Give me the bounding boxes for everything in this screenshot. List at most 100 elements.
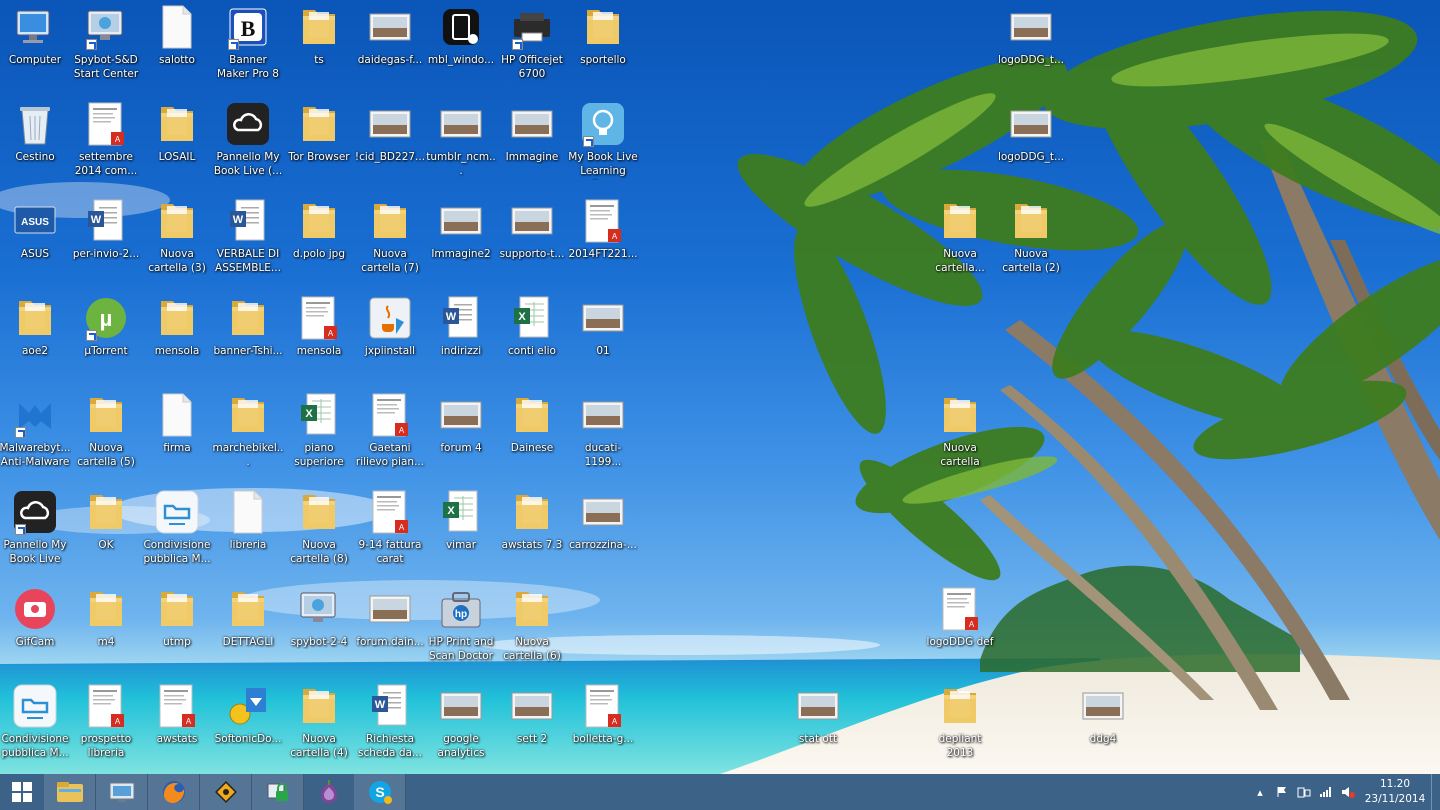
desktop-icon[interactable]: A 9-14 fattura carat — [356, 485, 424, 575]
desktop-icon[interactable]: mbl_windo... — [427, 0, 495, 90]
desktop-icon[interactable]: daidegas-f... — [356, 0, 424, 90]
desktop-icon[interactable]: depliant 2013 — [926, 679, 994, 769]
desktop-icon[interactable]: m4 — [72, 582, 140, 672]
desktop-icon[interactable]: Immagine2 — [427, 194, 495, 284]
taskbar-control-panel[interactable] — [96, 774, 148, 810]
desktop-icon[interactable]: Nuova cartella (6) — [498, 582, 566, 672]
volume-muted-icon[interactable] — [1337, 774, 1359, 810]
desktop-icon[interactable]: Nuova cartella (3) — [143, 194, 211, 284]
desktop-icon[interactable]: hp HP Print and Scan Doctor — [427, 582, 495, 672]
desktop-icon[interactable]: Malwarebyt... Anti-Malware — [0, 388, 71, 478]
desktop-icon[interactable]: Cestino — [1, 97, 69, 187]
desktop-icon[interactable]: logoDDG_t... — [997, 0, 1065, 90]
desktop-icon[interactable]: Nuova cartella... — [926, 194, 994, 284]
desktop-icon[interactable]: B Banner Maker Pro 8 — [214, 0, 282, 90]
desktop-icon[interactable]: Nuova cartella (7) — [356, 194, 424, 284]
show-desktop-button[interactable] — [1431, 774, 1440, 810]
desktop-icon[interactable]: mensola — [143, 291, 211, 381]
desktop-icon[interactable]: aoe2 — [1, 291, 69, 381]
desktop-icon[interactable]: awstats 7.3 — [498, 485, 566, 575]
show-hidden-icons-chevron-icon[interactable]: ▴ — [1249, 774, 1271, 810]
desktop-icon[interactable]: SoftonicDo... — [214, 679, 282, 769]
desktop-icon[interactable]: µ µTorrent — [72, 291, 140, 381]
desktop-icon[interactable]: Computer — [1, 0, 69, 90]
desktop-icon[interactable]: d.polo jpg — [285, 194, 353, 284]
desktop-icon[interactable]: Spybot-S&D Start Center — [72, 0, 140, 90]
taskbar-tor-browser[interactable] — [304, 774, 354, 810]
desktop-icon[interactable]: libreria — [214, 485, 282, 575]
start-button[interactable] — [0, 774, 44, 810]
desktop-icon[interactable]: forum 4 — [427, 388, 495, 478]
desktop-icon[interactable]: Pannello My Book Live (... — [214, 97, 282, 187]
network-icon[interactable] — [1315, 774, 1337, 810]
desktop-icon[interactable]: spybot-2-4 — [285, 582, 353, 672]
desktop-icon[interactable]: ddg4 — [1069, 679, 1137, 769]
desktop-icon[interactable]: ASUS ASUS — [1, 194, 69, 284]
desktop-icon[interactable]: marchebikel... — [213, 388, 283, 478]
desktop-icon[interactable]: Windirizzi — [427, 291, 495, 381]
desktop-icon[interactable]: Dainese — [498, 388, 566, 478]
action-center-flag-icon[interactable] — [1271, 774, 1293, 810]
desktop-icon[interactable]: Xvimar — [427, 485, 495, 575]
desktop-icon[interactable]: Wper-invio-2... — [72, 194, 140, 284]
desktop-icon[interactable]: Nuova cartella (2) — [997, 194, 1065, 284]
desktop-icon[interactable]: jxpiinstall — [356, 291, 424, 381]
desktop-icon[interactable]: Aprospetto libreria — [72, 679, 140, 769]
desktop-icon[interactable]: carrozzina-... — [569, 485, 637, 575]
desktop-icon[interactable]: W Richiesta scheda da... — [356, 679, 424, 769]
desktop-icon[interactable]: forum.dain... — [356, 582, 424, 672]
desktop-icon[interactable]: Nuova cartella (4) — [285, 679, 353, 769]
desktop-icon[interactable]: Pannello My Book Live — [1, 485, 69, 575]
desktop-icon[interactable]: stat ott — [784, 679, 852, 769]
desktop-icon[interactable]: ts — [285, 0, 353, 90]
desktop-icon[interactable]: sportello — [569, 0, 637, 90]
desktop-icon[interactable]: banner-Tshi... — [213, 291, 283, 381]
desktop-icon[interactable]: ducati-1199... — [569, 388, 637, 478]
desktop-icon[interactable]: 01 — [569, 291, 637, 381]
desktop-icon[interactable]: Aawstats — [143, 679, 211, 769]
desktop-icon[interactable]: W VERBALE DI ASSEMBLE... — [214, 194, 282, 284]
desktop-icon[interactable]: DETTAGLI — [214, 582, 282, 672]
desktop-icon[interactable]: Nuova cartella (8) — [285, 485, 353, 575]
desktop-icon[interactable]: Nuova cartella (5) — [72, 388, 140, 478]
desktop-icon[interactable]: !cid_BD227... — [355, 97, 425, 187]
taskbar-file-explorer[interactable] — [44, 774, 96, 810]
desktop-icon[interactable]: Abolletta-g... — [569, 679, 637, 769]
desktop-icon[interactable]: sett 2 — [498, 679, 566, 769]
taskbar-firefox[interactable] — [148, 774, 200, 810]
taskbar-skype[interactable]: S — [354, 774, 406, 810]
desktop-icon[interactable]: Amensola — [285, 291, 353, 381]
desktop-icon[interactable]: My Book Live Learning Ce... — [568, 97, 638, 187]
desktop-icon[interactable]: Immagine — [498, 97, 566, 187]
desktop-icon[interactable]: Nuova cartella — [926, 388, 994, 478]
desktop-icon[interactable]: Tor Browser — [285, 97, 353, 187]
desktop-icon[interactable]: GifCam — [1, 582, 69, 672]
word-icon: W — [84, 198, 128, 244]
svg-text:S: S — [375, 784, 384, 800]
desktop[interactable]: Computer Spybot-S&D Start Center salotto B B… — [0, 0, 1440, 774]
desktop-icon[interactable]: A 2014FT221... — [568, 194, 638, 284]
shortcut-arrow-icon — [15, 524, 26, 535]
desktop-icon[interactable]: logoDDG_t... — [997, 97, 1065, 187]
taskbar-road-sign-app[interactable] — [200, 774, 252, 810]
desktop-icon[interactable]: Condivisione pubblica M... — [143, 485, 211, 575]
desktop-icon[interactable]: utmp — [143, 582, 211, 672]
desktop-icon[interactable]: Xpiano superiore — [285, 388, 353, 478]
desktop-icon[interactable]: HP Officejet 6700 — [498, 0, 566, 90]
desktop-icon[interactable]: LOSAIL — [143, 97, 211, 187]
taskbar-security-app[interactable] — [252, 774, 304, 810]
desktop-icon[interactable]: google analytics — [427, 679, 495, 769]
desktop-icon[interactable]: A Gaetani rilievo pian... — [356, 388, 424, 478]
desktop-icon[interactable]: Condivisione pubblica M... — [1, 679, 69, 769]
power-icon[interactable] — [1293, 774, 1315, 810]
desktop-icon[interactable]: tumblr_ncm... — [426, 97, 496, 187]
desktop-icon[interactable]: Xconti elio — [498, 291, 566, 381]
desktop-icon[interactable]: OK — [72, 485, 140, 575]
desktop-icon[interactable]: supporto-t... — [498, 194, 566, 284]
desktop-icon[interactable]: AlogoDDG def — [926, 582, 994, 672]
spybot-icon — [84, 4, 128, 50]
desktop-icon[interactable]: firma — [143, 388, 211, 478]
desktop-icon[interactable]: salotto — [143, 0, 211, 90]
tray-clock[interactable]: 11.20 23/11/2014 — [1359, 777, 1431, 807]
desktop-icon[interactable]: Asettembre 2014 com... — [72, 97, 140, 187]
